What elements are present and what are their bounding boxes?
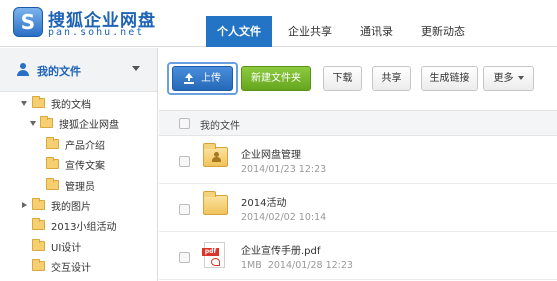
folder-icon — [32, 197, 45, 210]
tab-personal-files[interactable]: 个人文件 — [206, 16, 272, 47]
sidebar-item-promo-copy[interactable]: 宣传文案 — [0, 154, 157, 174]
tab-updates[interactable]: 更新动态 — [409, 16, 477, 47]
file-name[interactable]: 企业宣传手册.pdf — [241, 242, 320, 257]
sidebar-item-label: 宣传文案 — [65, 161, 105, 173]
logo-letter: S — [20, 10, 36, 34]
group-icon — [211, 152, 222, 162]
expand-toggle-icon[interactable] — [21, 101, 27, 106]
file-date: 2014/01/23 12:23 — [241, 164, 327, 175]
sidebar-item-admin[interactable]: 管理员 — [0, 175, 157, 195]
chevron-down-icon[interactable] — [132, 66, 140, 71]
folder-icon — [203, 191, 228, 215]
chevron-down-icon — [517, 76, 524, 80]
more-label: 更多 — [493, 73, 514, 84]
share-button[interactable]: 共享 — [372, 66, 411, 91]
folder-tree: 我的文档 搜狐企业网盘 产品介绍 宣传文案 管理员 我的图片 2013小组活动 — [0, 93, 157, 277]
expand-toggle-icon[interactable] — [30, 121, 36, 127]
row-checkbox[interactable] — [179, 252, 190, 263]
upload-label: 上传 — [201, 73, 221, 84]
file-size: 1MB — [241, 260, 262, 271]
sidebar-item-product-intro[interactable]: 产品介绍 — [0, 134, 157, 154]
folder-icon — [32, 96, 45, 108]
sidebar-item-label: UI设计 — [51, 242, 82, 254]
sidebar-item-my-documents[interactable]: 我的文档 — [0, 93, 157, 113]
sidebar-item-label: 交互设计 — [51, 263, 91, 275]
create-link-button[interactable]: 生成链接 — [421, 66, 478, 91]
user-icon — [17, 63, 29, 76]
upload-icon — [184, 73, 194, 84]
sidebar-header[interactable]: 我的文件 — [0, 48, 157, 92]
file-row[interactable]: 企业网盘管理 2014/01/23 12:23 — [159, 137, 557, 184]
file-list-header: 我的文件 — [159, 110, 557, 136]
pdf-file-icon: pdf — [202, 242, 225, 268]
file-row[interactable]: pdf 企业宣传手册.pdf 1MB 2014/01/28 12:23 — [159, 233, 557, 280]
folder-icon — [32, 218, 45, 231]
file-name[interactable]: 2014活动 — [241, 194, 286, 209]
sidebar-item-label: 搜狐企业网盘 — [59, 120, 119, 132]
sidebar-item-my-pictures[interactable]: 我的图片 — [0, 195, 157, 215]
sidebar-item-label: 2013小组活动 — [51, 222, 117, 234]
sidebar-item-ui-design[interactable]: UI设计 — [0, 236, 157, 256]
sidebar-item-label: 我的文档 — [51, 100, 91, 111]
sidebar-title: 我的文件 — [37, 65, 81, 78]
row-checkbox[interactable] — [179, 204, 190, 215]
sidebar-item-interaction-design[interactable]: 交互设计 — [0, 256, 157, 276]
new-folder-button[interactable]: 新建文件夹 — [241, 66, 311, 91]
download-button[interactable]: 下载 — [323, 66, 362, 91]
row-checkbox[interactable] — [179, 156, 190, 167]
select-all-checkbox[interactable] — [179, 118, 190, 129]
upload-button[interactable]: 上传 — [172, 66, 233, 91]
sidebar-item-2013-group[interactable]: 2013小组活动 — [0, 215, 157, 235]
brand-url: pan.sohu.net — [48, 27, 145, 38]
toolbar: 上传 新建文件夹 下载 共享 生成链接 更多 — [159, 48, 557, 109]
folder-icon — [32, 238, 45, 251]
file-row[interactable]: 2014活动 2014/02/02 10:14 — [159, 185, 557, 232]
shared-folder-icon — [203, 143, 228, 167]
main-nav: 个人文件 企业共享 通讯录 更新动态 — [206, 16, 481, 47]
file-meta: 1MB 2014/01/28 12:23 — [241, 260, 353, 271]
folder-icon — [46, 157, 59, 170]
folder-icon — [32, 259, 45, 272]
expand-toggle-icon[interactable] — [22, 201, 27, 208]
sidebar-item-label: 管理员 — [65, 181, 95, 193]
sidebar-item-label: 产品介绍 — [65, 140, 105, 152]
folder-icon — [40, 116, 53, 129]
sidebar-item-label: 我的图片 — [51, 201, 91, 213]
file-date: 2014/01/28 12:23 — [267, 260, 353, 271]
tab-contacts[interactable]: 通讯录 — [348, 16, 405, 47]
acrobat-icon — [211, 258, 220, 266]
tab-enterprise-share[interactable]: 企业共享 — [276, 16, 344, 47]
pdf-tag: pdf — [202, 248, 219, 256]
folder-icon — [46, 177, 59, 190]
file-date: 2014/02/02 10:14 — [241, 212, 327, 223]
sidebar: 我的文件 我的文档 搜狐企业网盘 产品介绍 宣传文案 管理员 我的图片 2013… — [0, 48, 158, 281]
sidebar-item-sohu-pan[interactable]: 搜狐企业网盘 — [0, 113, 157, 133]
app-header: S 搜狐企业网盘 pan.sohu.net 个人文件 企业共享 通讯录 更新动态 — [0, 0, 557, 47]
more-button[interactable]: 更多 — [483, 66, 534, 91]
file-name[interactable]: 企业网盘管理 — [241, 146, 301, 161]
column-header: 我的文件 — [200, 121, 240, 132]
folder-icon — [46, 136, 59, 149]
sohu-logo-icon[interactable]: S — [13, 7, 43, 37]
